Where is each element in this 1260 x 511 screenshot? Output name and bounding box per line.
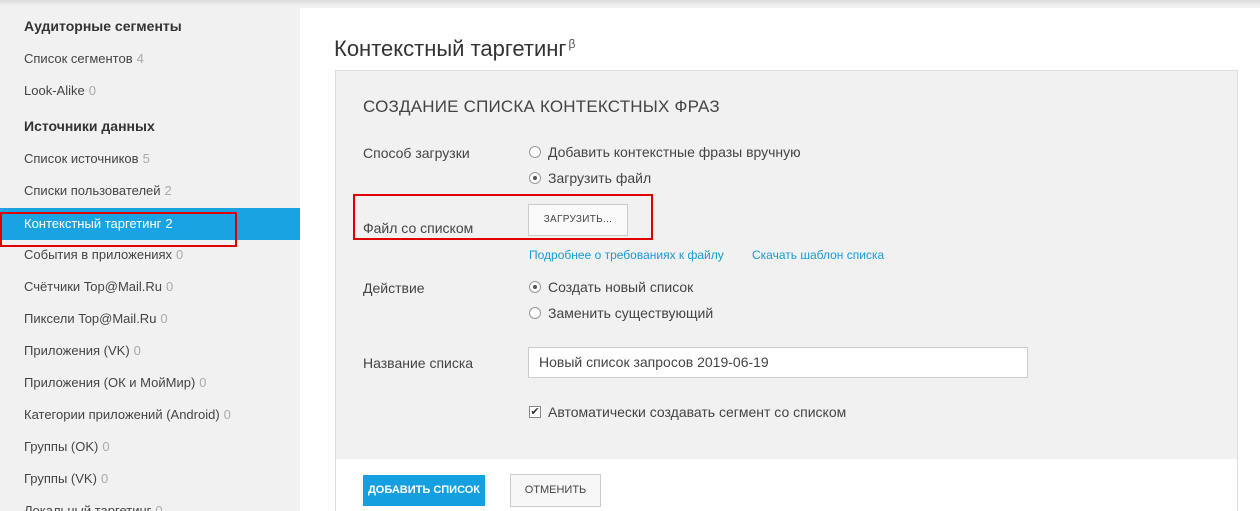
sidebar-item-label: Список сегментов (24, 51, 133, 66)
sidebar-item-count: 0 (166, 279, 174, 294)
sidebar: Аудиторные сегменты Список сегментов 4 Lo… (0, 8, 300, 511)
upload-method-label: Способ загрузки (363, 145, 470, 161)
page-title-text: Контекстный таргетинг (334, 36, 567, 61)
radio-label: Добавить контекстные фразы вручную (548, 144, 801, 160)
sidebar-item-counters[interactable]: Счётчики Top@Mail.Ru 0 (0, 271, 300, 303)
sidebar-item-sources-list[interactable]: Список источников 5 (0, 143, 300, 175)
sidebar-item-label: Приложения (ОК и МойМир) (24, 375, 196, 390)
sidebar-item-count: 0 (133, 343, 141, 358)
page-title: Контекстный таргетинг β (334, 36, 575, 62)
sidebar-item-count: 0 (160, 311, 168, 326)
form-card: СОЗДАНИЕ СПИСКА КОНТЕКСТНЫХ ФРАЗ Способ … (335, 70, 1238, 511)
sidebar-item-label: Категории приложений (Android) (24, 407, 220, 422)
radio-selected-icon (529, 172, 541, 184)
radio-label: Загрузить файл (548, 170, 652, 186)
radio-icon (529, 146, 541, 158)
card-title: СОЗДАНИЕ СПИСКА КОНТЕКСТНЫХ ФРАЗ (363, 97, 720, 116)
requirements-link[interactable]: Подробнее о требованиях к файлу (529, 248, 724, 262)
cancel-button[interactable]: ОТМЕНИТЬ (510, 474, 601, 507)
sidebar-item-app-categories[interactable]: Категории приложений (Android) 0 (0, 399, 300, 431)
radio-create-new[interactable]: Создать новый список (529, 278, 693, 296)
radio-replace-existing[interactable]: Заменить существующий (529, 304, 713, 322)
list-name-label: Название списка (363, 355, 474, 371)
sidebar-item-count: 0 (223, 407, 231, 422)
checkbox-label: Автоматически создавать сегмент со списк… (548, 404, 847, 420)
radio-add-manually[interactable]: Добавить контекстные фразы вручную (529, 143, 801, 161)
list-name-input[interactable]: Новый список запросов 2019-06-19 (528, 347, 1028, 378)
sidebar-item-count: 5 (142, 151, 150, 166)
sidebar-item-count: 0 (199, 375, 207, 390)
sidebar-item-label: Пиксели Top@Mail.Ru (24, 311, 157, 326)
sidebar-item-label: Группы (OK) (24, 439, 99, 454)
beta-mark: β (568, 36, 576, 51)
radio-label: Создать новый список (548, 279, 694, 295)
radio-icon (529, 307, 541, 319)
sidebar-section-audience: Аудиторные сегменты (24, 18, 182, 34)
sidebar-item-count: 0 (155, 503, 163, 511)
highlight-box-file (353, 194, 653, 240)
checkbox-checked-icon: ✔ (529, 406, 541, 418)
main-content: Контекстный таргетинг β СОЗДАНИЕ СПИСКА К… (300, 8, 1260, 511)
sidebar-item-label: Группы (VK) (24, 471, 97, 486)
sidebar-item-label: Приложения (VK) (24, 343, 130, 358)
sidebar-section-sources: Источники данных (24, 118, 155, 134)
sidebar-item-apps-ok[interactable]: Приложения (ОК и МойМир) 0 (0, 367, 300, 399)
sidebar-item-count: 0 (100, 471, 109, 486)
top-shadow (0, 0, 1260, 6)
sidebar-item-count: 0 (88, 83, 96, 98)
highlight-box-sidebar (0, 212, 237, 247)
sidebar-item-count: 0 (176, 247, 184, 262)
card-footer: ДОБАВИТЬ СПИСОК ОТМЕНИТЬ (336, 459, 1237, 511)
sidebar-item-label: Списки пользователей (24, 183, 161, 198)
sidebar-item-count: 4 (136, 51, 144, 66)
sidebar-item-look-alike[interactable]: Look-Alike 0 (0, 75, 300, 107)
sidebar-item-local-targeting[interactable]: Локальный таргетинг 0 (0, 495, 300, 511)
sidebar-item-count: 0 (102, 439, 110, 454)
sidebar-item-label: Локальный таргетинг (24, 503, 152, 511)
sidebar-item-label: Список источников (24, 151, 139, 166)
sidebar-item-pixels[interactable]: Пиксели Top@Mail.Ru 0 (0, 303, 300, 335)
sidebar-item-segment-list[interactable]: Список сегментов 4 (0, 43, 300, 75)
radio-selected-icon (529, 281, 541, 293)
sidebar-item-label: События в приложениях (24, 247, 173, 262)
sidebar-item-label: Look-Alike (24, 83, 85, 98)
radio-label: Заменить существующий (548, 305, 714, 321)
sidebar-item-user-lists[interactable]: Списки пользователей 2 (0, 175, 300, 207)
sidebar-item-groups-vk[interactable]: Группы (VK) 0 (0, 463, 300, 495)
radio-upload-file[interactable]: Загрузить файл (529, 169, 651, 187)
auto-segment-checkbox[interactable]: ✔ Автоматически создавать сегмент со спис… (529, 403, 846, 421)
sidebar-item-label: Счётчики Top@Mail.Ru (24, 279, 163, 294)
sidebar-item-groups-ok[interactable]: Группы (OK) 0 (0, 431, 300, 463)
download-template-link[interactable]: Скачать шаблон списка (752, 248, 884, 262)
sidebar-item-count: 2 (164, 183, 172, 198)
add-list-button[interactable]: ДОБАВИТЬ СПИСОК (363, 475, 485, 506)
sidebar-item-apps-vk[interactable]: Приложения (VK) 0 (0, 335, 300, 367)
action-label: Действие (363, 280, 425, 296)
